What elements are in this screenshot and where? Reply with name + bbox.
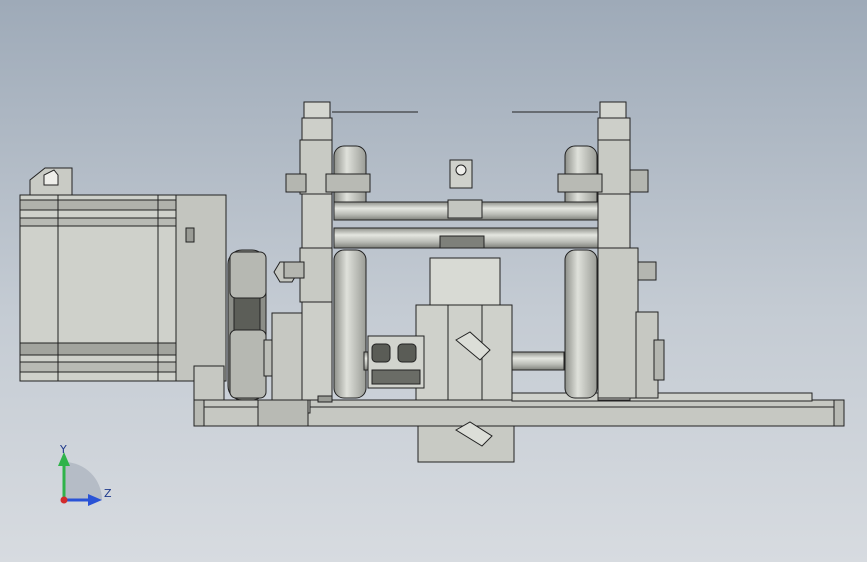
y-axis-label: Y bbox=[59, 443, 67, 456]
stepper-motor bbox=[19, 167, 227, 401]
cad-viewport[interactable]: Y Z bbox=[0, 0, 867, 562]
origin-marker bbox=[60, 496, 68, 504]
coordinate-triad: Y Z bbox=[58, 443, 112, 506]
shaft-collar bbox=[367, 335, 425, 389]
z-axis-label: Z bbox=[104, 487, 112, 500]
cad-drawing: Y Z bbox=[19, 101, 845, 506]
